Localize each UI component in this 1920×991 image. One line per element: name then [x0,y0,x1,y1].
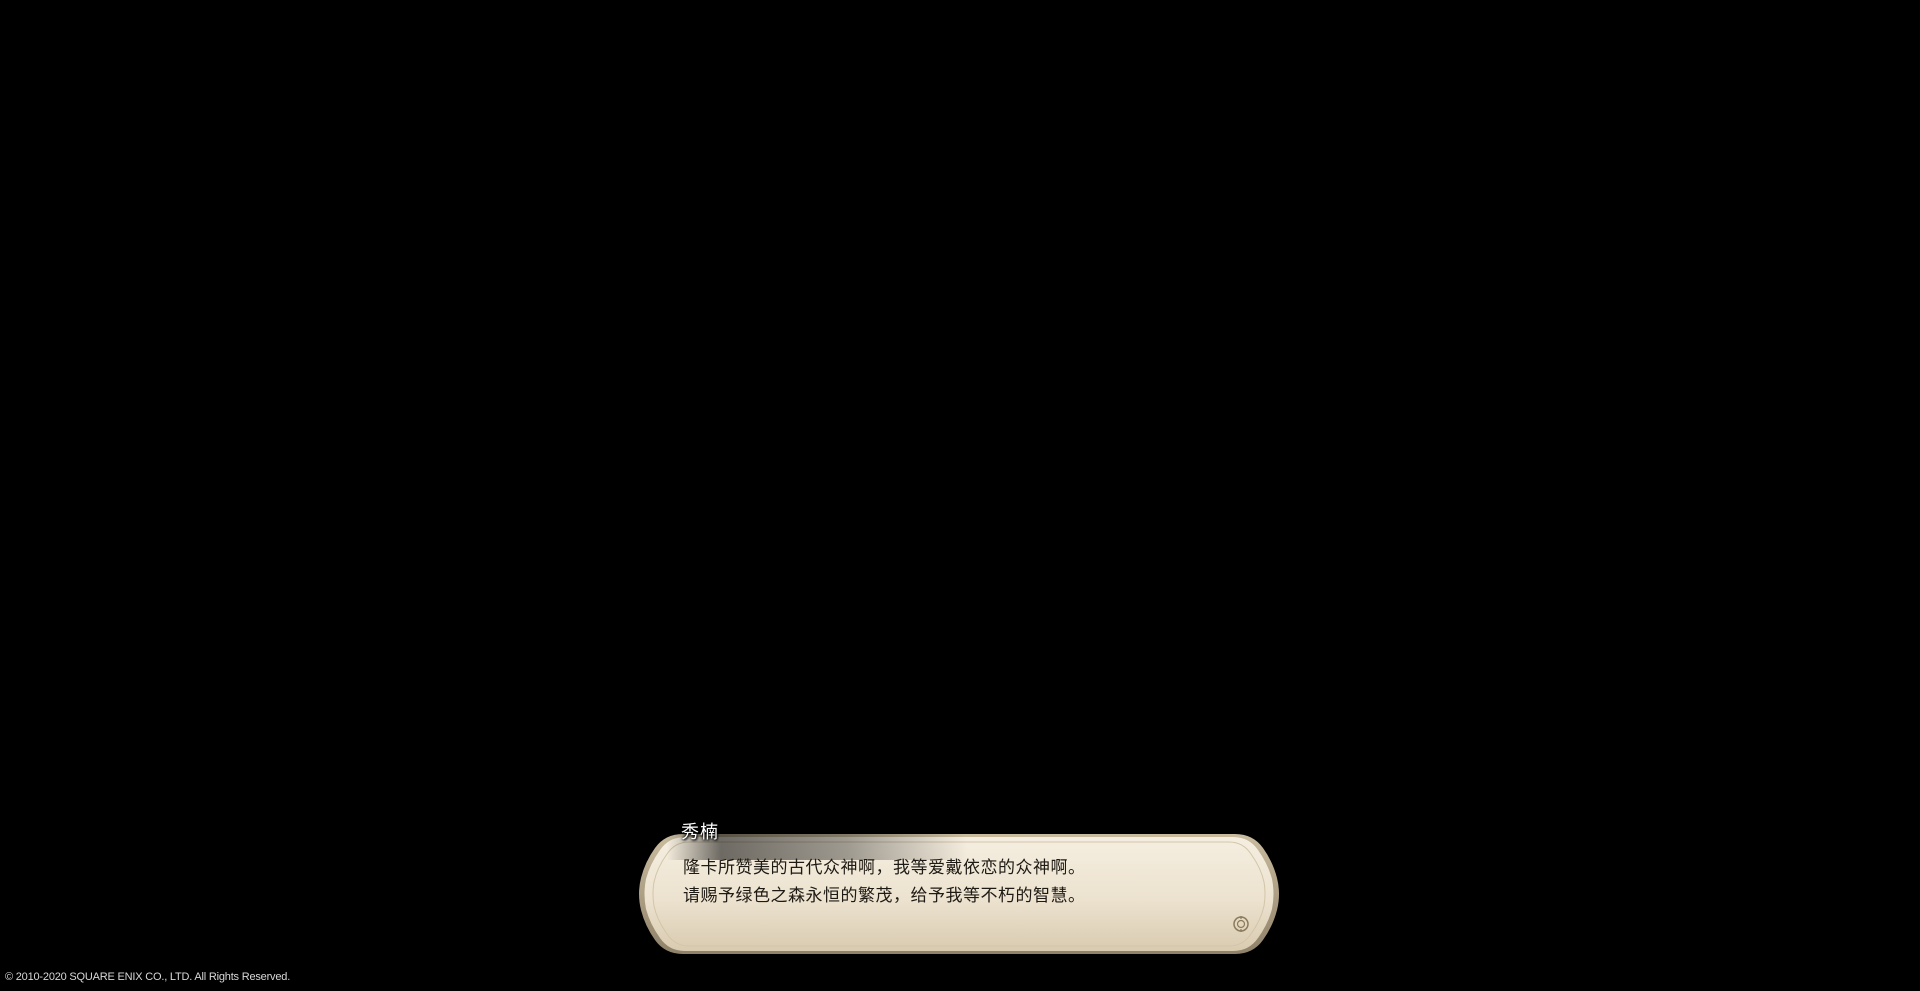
advance-cursor-icon[interactable] [1232,915,1250,933]
dialog-box[interactable]: 秀楠 隆卡所赞美的古代众神啊，我等爱戴依恋的众神啊。 请赐予绿色之森永恒的繁茂，… [637,822,1281,956]
dialog-line-2: 请赐予绿色之森永恒的繁茂，给予我等不朽的智慧。 [683,886,1086,906]
dialog-text: 隆卡所赞美的古代众神啊，我等爱戴依恋的众神啊。 请赐予绿色之森永恒的繁茂，给予我… [683,854,1223,910]
game-screen: 秀楠 隆卡所赞美的古代众神啊，我等爱戴依恋的众神啊。 请赐予绿色之森永恒的繁茂，… [0,0,1920,991]
speaker-name: 秀楠 [681,822,719,843]
copyright-notice: © 2010-2020 SQUARE ENIX CO., LTD. All Ri… [5,971,291,983]
dialog-line-1: 隆卡所赞美的古代众神啊，我等爱戴依恋的众神啊。 [683,858,1086,878]
